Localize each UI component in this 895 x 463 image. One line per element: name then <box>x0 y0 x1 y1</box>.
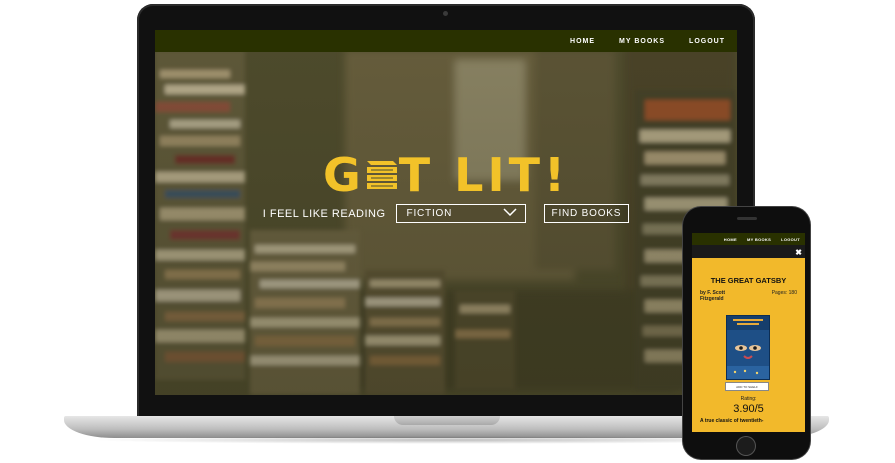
chevron-down-icon <box>503 208 517 219</box>
search-row: I FEEL LIKE READING FICTION FIND BOOKS <box>155 204 737 223</box>
phone-modal-backdrop <box>692 245 805 258</box>
book-card: THE GREAT GATSBY by F. Scott Fitzgerald … <box>692 258 805 432</box>
genre-select-value: FICTION <box>406 208 453 219</box>
laptop-camera <box>443 11 448 16</box>
phone-nav: HOME MY BOOKS LOGOUT <box>692 233 805 245</box>
phone-nav-logout-link[interactable]: LOGOUT <box>781 237 800 242</box>
nav-home-link[interactable]: HOME <box>570 38 595 45</box>
logo-suffix: T LIT! <box>398 148 569 202</box>
top-nav: HOME MY BOOKS LOGOUT <box>155 30 737 52</box>
find-books-button[interactable]: FIND BOOKS <box>543 204 630 223</box>
phone-home-button <box>737 437 755 455</box>
phone-speaker <box>737 217 757 220</box>
phone-nav-my-books-link[interactable]: MY BOOKS <box>747 237 771 242</box>
phone-nav-home-link[interactable]: HOME <box>724 237 737 242</box>
close-icon[interactable]: ✖ <box>795 248 802 257</box>
book-cover-image <box>726 315 770 380</box>
site-logo: G T LIT! <box>155 148 737 204</box>
laptop-notch <box>394 416 500 425</box>
book-pages: Pages: 180 <box>771 290 797 296</box>
add-to-shelf-button[interactable]: ADD TO SHELF <box>725 382 769 391</box>
nav-logout-link[interactable]: LOGOUT <box>689 38 725 45</box>
book-stack-icon <box>365 150 399 204</box>
nav-my-books-link[interactable]: MY BOOKS <box>619 38 665 45</box>
book-description: A true classic of twentieth- <box>700 418 764 424</box>
book-title: THE GREAT GATSBY <box>710 276 787 285</box>
book-author: by F. Scott Fitzgerald <box>700 290 726 302</box>
feel-like-reading-label: I FEEL LIKE READING <box>262 207 386 220</box>
rating-value: 3.90/5 <box>733 403 764 415</box>
phone-screen: HOME MY BOOKS LOGOUT ✖ THE GREAT GATSBY … <box>692 233 805 432</box>
rating-label: Rating: <box>740 396 757 402</box>
book-meta: by F. Scott Fitzgerald Pages: 180 <box>692 290 805 302</box>
genre-select[interactable]: FICTION <box>395 204 526 223</box>
logo-prefix: G <box>323 148 365 202</box>
laptop-screen: HOME MY BOOKS LOGOUT G T LIT! I FEEL LIKE… <box>155 30 737 395</box>
